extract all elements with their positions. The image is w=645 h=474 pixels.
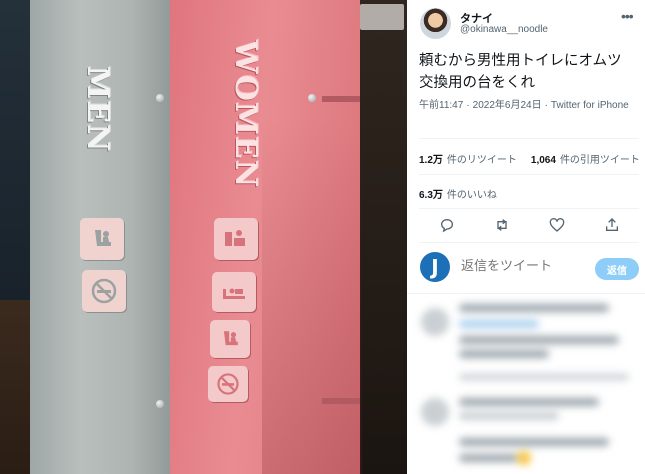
more-options-icon[interactable]: ••• — [621, 8, 634, 24]
nursing-room-icon — [214, 218, 258, 260]
tweet-metadata: 午前11:47 · 2022年6月24日 · Twitter for iPhone — [419, 100, 629, 111]
tweet-text-line: 頼むから男性用トイレにオムツ — [419, 53, 622, 69]
screw — [156, 94, 164, 102]
baby-seat-icon — [210, 320, 250, 358]
tweet-photo[interactable]: MEN WOMEN — [0, 0, 407, 474]
diaper-changing-icon — [212, 272, 256, 312]
no-smoking-icon — [82, 270, 126, 312]
tweet-text: 頼むから男性用トイレにオムツ 交換用の台をくれ — [419, 50, 637, 94]
reply-icon[interactable] — [438, 216, 456, 234]
no-smoking-icon — [208, 366, 248, 402]
quotes-stat[interactable]: 1,064 件の引用ツイート — [531, 155, 640, 166]
divider — [419, 242, 639, 243]
tweet-source[interactable]: Twitter for iPhone — [551, 100, 629, 111]
divider — [419, 174, 639, 175]
tweet-date[interactable]: 2022年6月24日 — [473, 100, 542, 111]
tweet-time[interactable]: 午前11:47 — [419, 100, 463, 111]
action-bar — [419, 216, 639, 234]
retweets-stat[interactable]: 1.2万 件のリツイート — [419, 155, 517, 166]
divider — [419, 138, 639, 139]
baby-seat-icon — [80, 218, 124, 260]
screw — [156, 400, 164, 408]
women-panel-shadow — [262, 120, 362, 474]
screw — [308, 94, 316, 102]
user-handle[interactable]: @okinawa__noodle — [460, 24, 548, 35]
wall-ledge — [322, 398, 360, 404]
reply-button[interactable]: 返信 — [595, 258, 639, 280]
tweet-detail: タナイ @okinawa__noodle ••• 頼むから男性用トイレにオムツ … — [407, 0, 645, 474]
divider — [419, 208, 639, 209]
reply-input[interactable] — [461, 258, 581, 273]
reply-avatar: J — [420, 252, 450, 282]
retweet-icon[interactable] — [493, 216, 511, 234]
blurred-replies — [407, 294, 645, 474]
likes-stat[interactable]: 6.3万 件のいいね — [419, 186, 497, 201]
tweet-text-line: 交換用の台をくれ — [419, 75, 535, 91]
men-label: MEN — [80, 66, 115, 153]
share-icon[interactable] — [603, 216, 621, 234]
background-corridor — [355, 0, 407, 474]
retweet-quote-stats: 1.2万 件のリツイート 1,064 件の引用ツイート — [419, 151, 640, 166]
avatar[interactable] — [420, 8, 451, 39]
wall-ledge — [322, 96, 360, 102]
like-icon[interactable] — [548, 216, 566, 234]
background-sign — [360, 4, 404, 30]
women-label: WOMEN — [228, 40, 263, 189]
